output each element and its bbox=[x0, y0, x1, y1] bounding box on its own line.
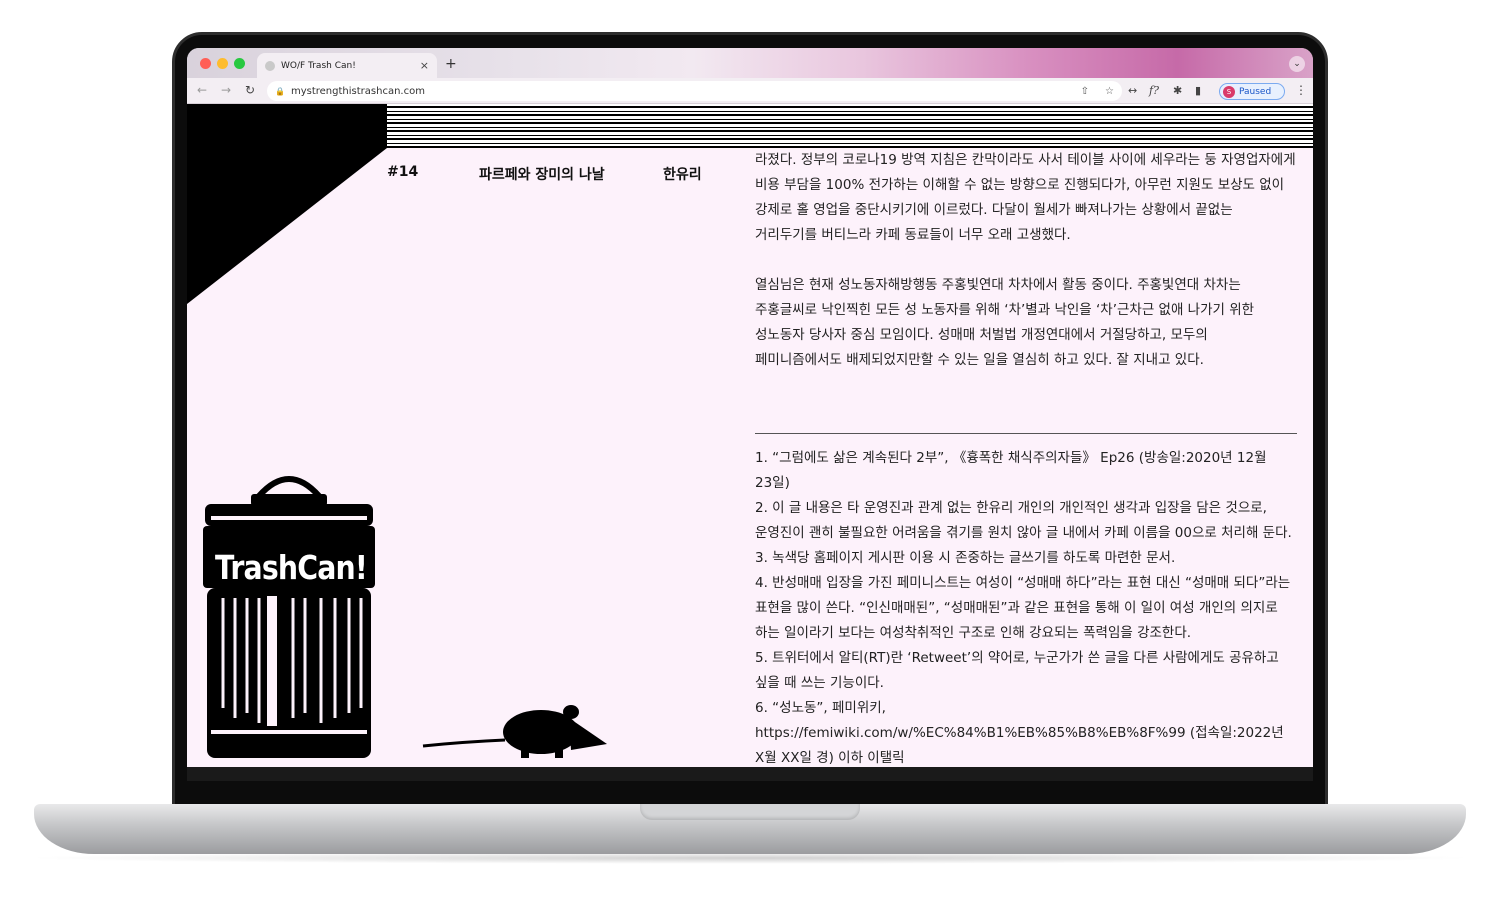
footnote-item: 1. “그럼에도 삶은 계속된다 2부”, 《흉폭한 채식주의자들》 Ep26 … bbox=[755, 450, 1267, 491]
back-button[interactable]: ← bbox=[197, 83, 207, 97]
profile-button[interactable]: S Paused bbox=[1219, 83, 1285, 100]
forward-button[interactable]: → bbox=[221, 83, 231, 97]
article-title[interactable]: 파르페와 장미의 나날 bbox=[479, 164, 605, 184]
side-panel-icon[interactable]: ▮ bbox=[1195, 84, 1201, 97]
laptop-notch bbox=[640, 804, 860, 820]
footnote-item[interactable]: 6. “성노동”, 페미위키, https://femiwiki.com/w/%… bbox=[755, 696, 1297, 767]
screen-bezel bbox=[187, 767, 1313, 781]
tab-search-button[interactable]: ⌄ bbox=[1289, 56, 1305, 72]
close-window-button[interactable] bbox=[200, 58, 211, 69]
footnote-item: 2. 이 글 내용은 타 운영진과 관계 없는 한유리 개인의 개인적인 생각과… bbox=[755, 500, 1292, 541]
footnote-item: 4. 반성매매 입장을 가진 페미니스트는 여성이 “성매매 하다”라는 표현 … bbox=[755, 575, 1291, 641]
black-corner-shape bbox=[187, 104, 387, 304]
footnote-item: 3. 녹색당 홈페이지 게시판 이용 시 존중하는 글쓰기를 하도록 마련한 문… bbox=[755, 550, 1176, 566]
footnote-divider bbox=[755, 433, 1297, 434]
bookmark-star-icon[interactable]: ☆ bbox=[1105, 86, 1114, 97]
extension-arrows-icon[interactable]: ↔ bbox=[1128, 84, 1137, 97]
glitch-header-band bbox=[387, 104, 1313, 148]
profile-status: Paused bbox=[1239, 86, 1272, 97]
article-author: 한유리 bbox=[663, 167, 702, 183]
avatar: S bbox=[1223, 85, 1235, 98]
address-bar[interactable]: 🔒 mystrengthistrashcan.com ⇧ ☆ bbox=[267, 81, 1122, 101]
trashcan-icon bbox=[203, 476, 375, 758]
article-paragraph: 열심님은 현재 성노동자해방행동 주홍빛연대 차차에서 활동 중이다. 주홍빛연… bbox=[755, 277, 1255, 368]
article-body: 라졌다. 정부의 코로나19 방역 지침은 칸막이라도 사서 테이블 사이에 세… bbox=[755, 148, 1297, 767]
tab-bar: WO/F Trash Can! × + ⌄ bbox=[187, 48, 1313, 78]
rat-icon bbox=[422, 705, 607, 758]
issue-number: #14 bbox=[387, 164, 419, 180]
url-text[interactable]: mystrengthistrashcan.com bbox=[291, 86, 1065, 97]
chevron-down-icon: ⌄ bbox=[1293, 59, 1301, 69]
browser-menu-icon[interactable]: ⋮ bbox=[1295, 83, 1307, 97]
reload-button[interactable]: ↻ bbox=[245, 83, 255, 97]
minimize-window-button[interactable] bbox=[217, 58, 228, 69]
maximize-window-button[interactable] bbox=[234, 58, 245, 69]
article-paragraph: 라졌다. 정부의 코로나19 방역 지침은 칸막이라도 사서 테이블 사이에 세… bbox=[755, 152, 1296, 243]
footnote-item: 5. 트위터에서 알티(RT)란 ‘Retweet’의 약어로, 누군가가 쓴 … bbox=[755, 650, 1279, 691]
browser-tab[interactable]: WO/F Trash Can! × bbox=[257, 53, 437, 78]
favicon-icon bbox=[265, 60, 275, 71]
trashcan-logo[interactable]: TrashCan! bbox=[201, 468, 377, 760]
new-tab-button[interactable]: + bbox=[445, 56, 457, 72]
browser-window: WO/F Trash Can! × + ⌄ ← → ↻ 🔒 mystrength… bbox=[187, 48, 1313, 767]
extension-formula-icon[interactable]: f? bbox=[1149, 84, 1159, 97]
share-icon[interactable]: ⇧ bbox=[1081, 86, 1089, 97]
tab-title: WO/F Trash Can! bbox=[281, 60, 356, 71]
extensions-puzzle-icon[interactable]: ✱ bbox=[1173, 84, 1182, 97]
tab-close-icon[interactable]: × bbox=[420, 59, 429, 72]
logo-text: TrashCan! bbox=[215, 548, 368, 587]
web-page: #14 파르페와 장미의 나날 한유리 라졌다. 정부의 코로나19 방역 지침… bbox=[187, 104, 1313, 767]
lock-icon: 🔒 bbox=[275, 86, 285, 96]
browser-toolbar: ← → ↻ 🔒 mystrengthistrashcan.com ⇧ ☆ ↔ f… bbox=[187, 78, 1313, 104]
